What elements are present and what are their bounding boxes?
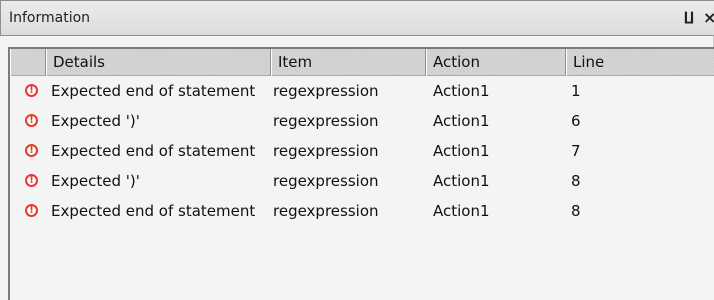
information-panel: Information ∐ × Details Item Action Line	[0, 0, 714, 300]
pin-icon[interactable]: ∐	[683, 9, 695, 27]
item-cell: regexpression	[273, 202, 379, 220]
details-cell: Expected end of statement	[51, 142, 256, 160]
action-cell: Action1	[433, 142, 490, 160]
item-cell: regexpression	[273, 142, 379, 160]
details-column-header-label: Details	[53, 53, 106, 71]
action-cell: Action1	[433, 112, 490, 130]
details-cell: Expected end of statement	[51, 82, 256, 100]
table-row[interactable]: ! Expected end of statement regexpressio…	[10, 196, 714, 226]
action-column-header[interactable]: Action	[426, 49, 566, 76]
action-cell: Action1	[433, 202, 490, 220]
action-column-header-label: Action	[433, 53, 480, 71]
table-row[interactable]: ! Expected ')' regexpression Action1 6	[10, 106, 714, 136]
results-grid: Details Item Action Line ! Expected end …	[8, 47, 714, 300]
details-cell: Expected ')'	[51, 112, 140, 130]
item-column-header-label: Item	[278, 53, 313, 71]
error-icon: !	[25, 204, 38, 217]
table-row[interactable]: ! Expected end of statement regexpressio…	[10, 76, 714, 106]
error-icon: !	[25, 144, 38, 157]
table-row[interactable]: ! Expected ')' regexpression Action1 8	[10, 166, 714, 196]
panel-title: Information	[9, 10, 91, 26]
item-column-header[interactable]: Item	[271, 49, 426, 76]
action-cell: Action1	[433, 82, 490, 100]
line-cell: 6	[571, 112, 581, 130]
line-column-header[interactable]: Line	[566, 49, 714, 76]
item-cell: regexpression	[273, 112, 379, 130]
details-cell: Expected ')'	[51, 172, 140, 190]
action-cell: Action1	[433, 172, 490, 190]
error-icon: !	[25, 114, 38, 127]
line-cell: 7	[571, 142, 581, 160]
table-row[interactable]: ! Expected end of statement regexpressio…	[10, 136, 714, 166]
table-header: Details Item Action Line	[10, 49, 714, 76]
table-body: ! Expected end of statement regexpressio…	[10, 76, 714, 226]
error-icon: !	[25, 174, 38, 187]
line-column-header-label: Line	[573, 53, 605, 71]
details-cell: Expected end of statement	[51, 202, 256, 220]
line-cell: 8	[571, 172, 581, 190]
panel-titlebar: Information ∐ ×	[0, 0, 714, 36]
item-cell: regexpression	[273, 82, 379, 100]
icon-column-header[interactable]	[10, 49, 46, 76]
details-column-header[interactable]: Details	[46, 49, 271, 76]
close-icon[interactable]: ×	[703, 9, 714, 27]
item-cell: regexpression	[273, 172, 379, 190]
line-cell: 1	[571, 82, 581, 100]
error-icon: !	[25, 84, 38, 97]
line-cell: 8	[571, 202, 581, 220]
